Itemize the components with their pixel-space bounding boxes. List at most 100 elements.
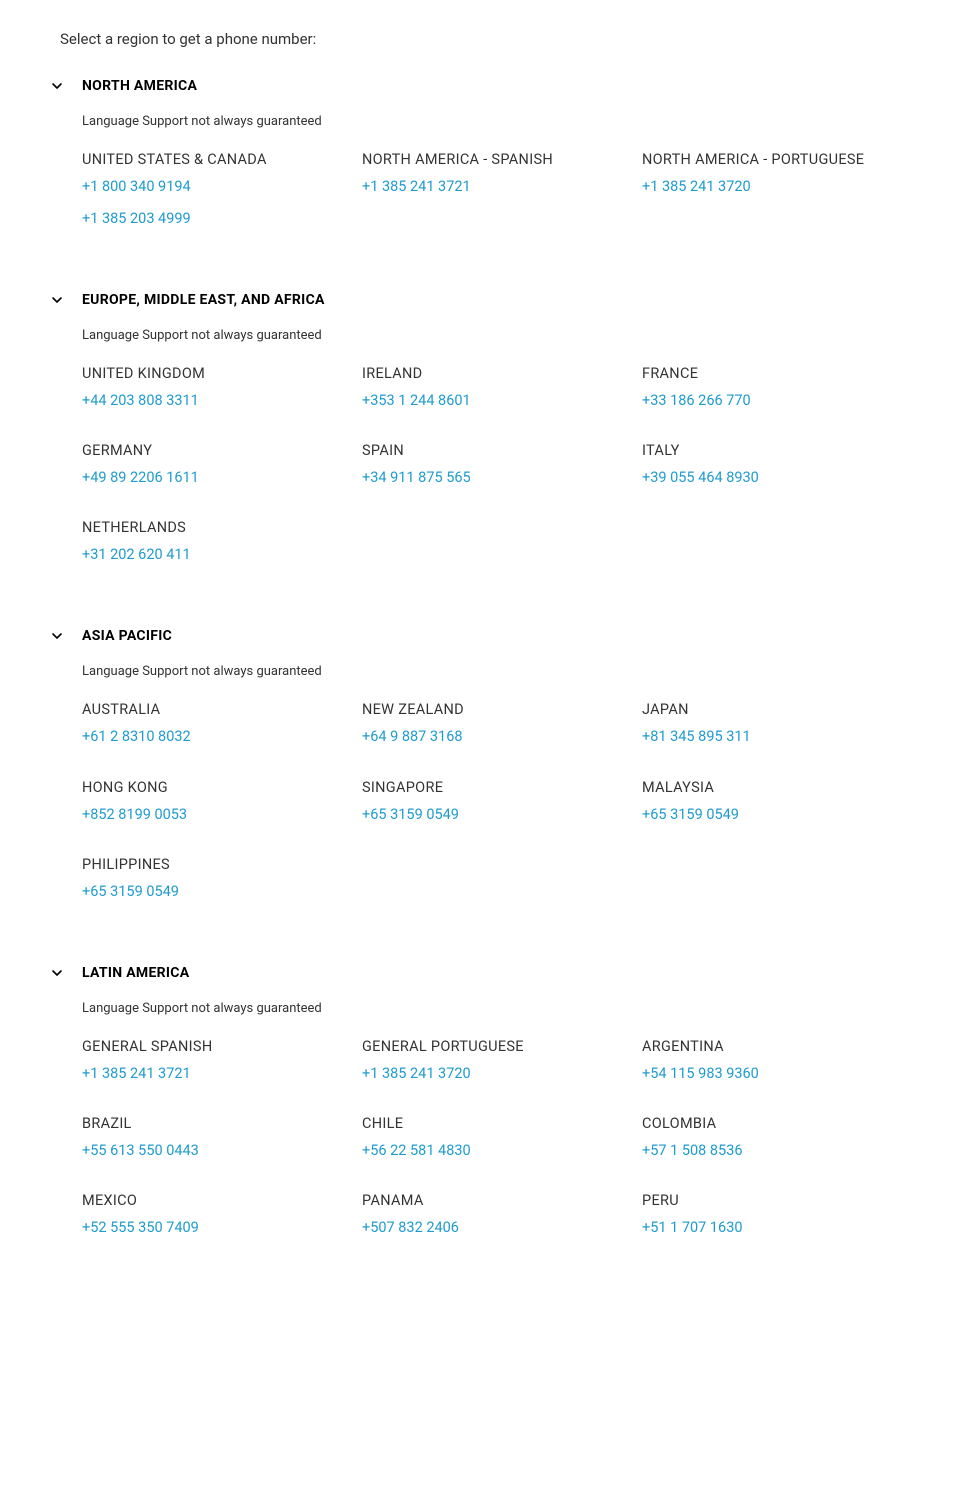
country-item: PANAMA +507 832 2406 — [362, 1192, 642, 1241]
region-section: LATIN AMERICA Language Support not always… — [0, 965, 965, 1241]
country-item: NEW ZEALAND +64 9 887 3168 — [362, 701, 642, 750]
country-name: CHILE — [362, 1115, 642, 1132]
country-item: UNITED STATES & CANADA +1 800 340 9194 +1 … — [82, 151, 362, 232]
phone-link[interactable]: +56 22 581 4830 — [362, 1138, 642, 1164]
country-item: SINGAPORE +65 3159 0549 — [362, 779, 642, 828]
phone-link[interactable]: +852 8199 0053 — [82, 802, 362, 828]
country-item: FRANCE +33 186 266 770 — [642, 365, 922, 414]
country-item: SPAIN +34 911 875 565 — [362, 442, 642, 491]
country-name: PERU — [642, 1192, 922, 1209]
region-header[interactable]: EUROPE, MIDDLE EAST, AND AFRICA — [0, 292, 965, 308]
country-item: BRAZIL+55 613 550 0443 — [82, 1115, 362, 1164]
country-name: GENERAL PORTUGUESE — [362, 1038, 642, 1055]
country-item: GERMANY +49 89 2206 1611 — [82, 442, 362, 491]
country-item: NETHERLANDS +31 202 620 411 — [82, 519, 362, 568]
phone-link[interactable]: +1 385 241 3720 — [642, 174, 922, 200]
country-name: ITALY — [642, 442, 922, 459]
country-name: MALAYSIA — [642, 779, 922, 796]
phone-link[interactable]: +44 203 808 3311 — [82, 388, 362, 414]
phone-link[interactable]: +353 1 244 8601 — [362, 388, 642, 414]
phone-link[interactable]: +31 202 620 411 — [82, 542, 362, 568]
country-item: MALAYSIA +65 3159 0549 — [642, 779, 922, 828]
country-item: MEXICO +52 555 350 7409 — [82, 1192, 362, 1241]
region-note: Language Support not always guaranteed — [82, 328, 965, 343]
phone-link[interactable]: +65 3159 0549 — [642, 802, 922, 828]
region-header[interactable]: ASIA PACIFIC — [0, 628, 965, 644]
countries-grid: UNITED STATES & CANADA+1 800 340 9194+1 … — [82, 151, 965, 232]
phone-link[interactable]: +507 832 2406 — [362, 1215, 642, 1241]
country-item: IRELAND +353 1 244 8601 — [362, 365, 642, 414]
countries-grid: UNITED KINGDOM +44 203 808 3311IRELAND +35… — [82, 365, 965, 568]
country-item: NORTH AMERICA - PORTUGUESE +1 385 241 372… — [642, 151, 922, 232]
country-name: NORTH AMERICA - SPANISH — [362, 151, 642, 168]
country-name: UNITED KINGDOM — [82, 365, 362, 382]
country-name: ARGENTINA — [642, 1038, 922, 1055]
chevron-down-icon — [50, 629, 64, 643]
country-name: HONG KONG — [82, 779, 362, 796]
country-name: GENERAL SPANISH — [82, 1038, 362, 1055]
country-name: JAPAN — [642, 701, 922, 718]
country-item: CHILE +56 22 581 4830 — [362, 1115, 642, 1164]
region-header[interactable]: LATIN AMERICA — [0, 965, 965, 981]
phone-link[interactable]: +65 3159 0549 — [362, 802, 642, 828]
region-section: ASIA PACIFIC Language Support not always … — [0, 628, 965, 904]
country-item: HONG KONG +852 8199 0053 — [82, 779, 362, 828]
country-item: GENERAL SPANISH +1 385 241 3721 — [82, 1038, 362, 1087]
country-item: ARGENTINA +54 115 983 9360 — [642, 1038, 922, 1087]
phone-link[interactable]: +1 800 340 9194 — [82, 174, 362, 200]
country-item: GENERAL PORTUGUESE +1 385 241 3720 — [362, 1038, 642, 1087]
country-item: PHILIPPINES +65 3159 0549 — [82, 856, 362, 905]
country-name: PHILIPPINES — [82, 856, 362, 873]
region-section: NORTH AMERICA Language Support not always… — [0, 78, 965, 232]
country-item: UNITED KINGDOM +44 203 808 3311 — [82, 365, 362, 414]
phone-link[interactable]: +1 385 203 4999 — [82, 206, 362, 232]
country-name: SINGAPORE — [362, 779, 642, 796]
phone-link[interactable]: +57 1 508 8536 — [642, 1138, 922, 1164]
phone-link[interactable]: +34 911 875 565 — [362, 465, 642, 491]
country-name: COLOMBIA — [642, 1115, 922, 1132]
region-title: NORTH AMERICA — [82, 78, 197, 94]
phone-link[interactable]: +64 9 887 3168 — [362, 724, 642, 750]
country-name: GERMANY — [82, 442, 362, 459]
phone-link[interactable]: +52 555 350 7409 — [82, 1215, 362, 1241]
phone-link[interactable]: +54 115 983 9360 — [642, 1061, 922, 1087]
chevron-down-icon — [50, 79, 64, 93]
chevron-down-icon — [50, 966, 64, 980]
country-name: UNITED STATES & CANADA — [82, 151, 362, 168]
country-item: NORTH AMERICA - SPANISH +1 385 241 3721 — [362, 151, 642, 232]
phone-link[interactable]: +39 055 464 8930 — [642, 465, 922, 491]
phone-link[interactable]: +1 385 241 3720 — [362, 1061, 642, 1087]
phone-link[interactable]: +65 3159 0549 — [82, 879, 362, 905]
country-name: MEXICO — [82, 1192, 362, 1209]
country-name: FRANCE — [642, 365, 922, 382]
phone-link[interactable]: +33 186 266 770 — [642, 388, 922, 414]
country-name: AUSTRALIA — [82, 701, 362, 718]
country-name: PANAMA — [362, 1192, 642, 1209]
page-intro: Select a region to get a phone number: — [60, 30, 965, 48]
region-note: Language Support not always guaranteed — [82, 114, 965, 129]
country-name: NEW ZEALAND — [362, 701, 642, 718]
phone-link[interactable]: +1 385 241 3721 — [82, 1061, 362, 1087]
region-note: Language Support not always guaranteed — [82, 1001, 965, 1016]
region-header[interactable]: NORTH AMERICA — [0, 78, 965, 94]
region-note: Language Support not always guaranteed — [82, 664, 965, 679]
chevron-down-icon — [50, 293, 64, 307]
country-name: SPAIN — [362, 442, 642, 459]
phone-link[interactable]: +61 2 8310 8032 — [82, 724, 362, 750]
country-item: AUSTRALIA +61 2 8310 8032 — [82, 701, 362, 750]
region-title: LATIN AMERICA — [82, 965, 189, 981]
country-item: PERU +51 1 707 1630 — [642, 1192, 922, 1241]
region-section: EUROPE, MIDDLE EAST, AND AFRICA Language … — [0, 292, 965, 568]
phone-link[interactable]: +49 89 2206 1611 — [82, 465, 362, 491]
country-item: COLOMBIA +57 1 508 8536 — [642, 1115, 922, 1164]
phone-link[interactable]: +81 345 895 311 — [642, 724, 922, 750]
country-name: IRELAND — [362, 365, 642, 382]
region-title: EUROPE, MIDDLE EAST, AND AFRICA — [82, 292, 325, 308]
phone-link[interactable]: +55 613 550 0443 — [82, 1138, 362, 1164]
country-name: NORTH AMERICA - PORTUGUESE — [642, 151, 922, 168]
phone-link[interactable]: +1 385 241 3721 — [362, 174, 642, 200]
country-item: ITALY +39 055 464 8930 — [642, 442, 922, 491]
country-item: JAPAN +81 345 895 311 — [642, 701, 922, 750]
phone-link[interactable]: +51 1 707 1630 — [642, 1215, 922, 1241]
country-name: NETHERLANDS — [82, 519, 362, 536]
